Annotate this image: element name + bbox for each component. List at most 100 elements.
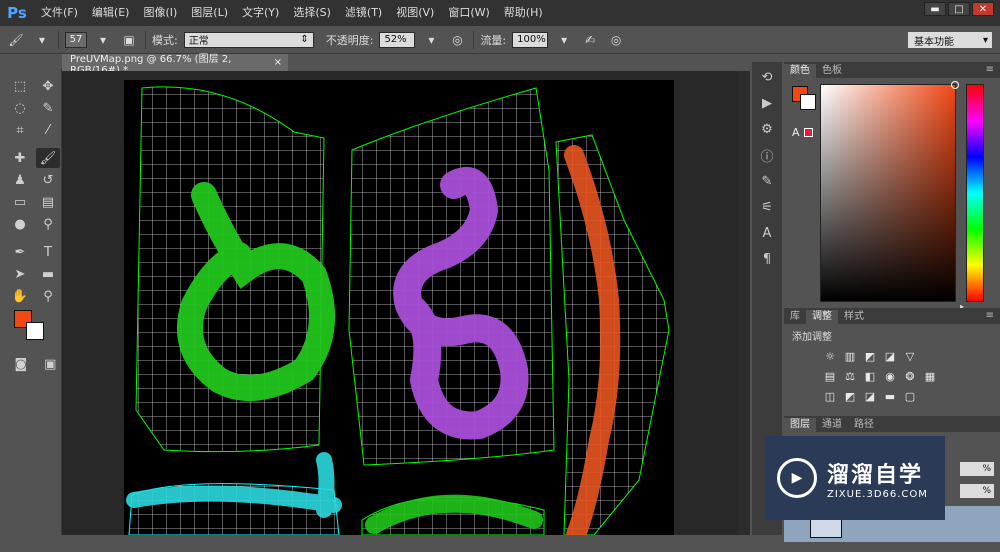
path-selection-tool-icon[interactable]: ➤ [8,264,32,284]
fill-field[interactable]: % [960,484,994,498]
curves-icon[interactable]: ◩ [862,349,878,363]
menu-type[interactable]: 文字(Y) [235,0,286,26]
brush-presets-icon[interactable]: ⚟ [754,196,780,218]
brush-tool-preset-icon[interactable]: 🖌 [6,31,26,49]
adjustments-panel-tabs: 库 调整 样式 ≡ [784,308,1000,324]
brush-panel-icon[interactable]: ✎ [754,170,780,192]
panel-menu-icon[interactable]: ≡ [986,310,994,321]
workspace-select[interactable]: 基本功能 ▾ [908,32,992,48]
pen-tool-icon[interactable]: ✒ [8,242,32,262]
healing-brush-tool-icon[interactable]: ✚ [8,148,32,168]
size-pressure-icon[interactable]: ◎ [606,31,626,49]
clone-stamp-tool-icon[interactable]: ♟ [8,170,32,190]
rectangle-tool-icon[interactable]: ▬ [36,264,60,284]
menu-edit[interactable]: 编辑(E) [85,0,137,26]
dodge-tool-icon[interactable]: ⚲ [36,214,60,234]
brightness-icon[interactable]: ☼ [822,349,838,363]
menu-select[interactable]: 选择(S) [286,0,338,26]
black-white-icon[interactable]: ◧ [862,369,878,383]
actions-play-icon[interactable]: ▶ [754,92,780,114]
tab-swatches[interactable]: 色板 [816,64,848,78]
tab-paths[interactable]: 路径 [848,418,880,432]
background-color-swatch[interactable] [26,322,44,340]
photo-filter-icon[interactable]: ◉ [882,369,898,383]
color-picker-field[interactable] [820,81,959,302]
brush-panel-toggle-icon[interactable]: ▣ [119,31,139,49]
close-tab-icon[interactable]: × [274,57,282,68]
marquee-tool-icon[interactable]: ⬚ [8,76,32,96]
gradient-map-icon[interactable]: ▬ [882,389,898,403]
close-button[interactable]: ✕ [972,2,994,16]
opacity-input[interactable]: 52% [379,31,416,48]
quick-mask-icon[interactable]: ◙ [10,354,32,374]
photoshop-logo: Ps [7,4,27,22]
brush-size-picker[interactable]: 57 [65,31,87,48]
hue-slider[interactable] [966,84,984,302]
hand-tool-icon[interactable]: ✋ [8,286,32,306]
move-tool-icon[interactable]: ✥ [36,76,60,96]
picker-marker[interactable] [951,81,959,89]
opacity-pressure-icon[interactable]: ◎ [447,31,467,49]
lasso-tool-icon[interactable]: ◌ [8,98,32,118]
zoom-tool-icon[interactable]: ⚲ [36,286,60,306]
vertical-scrollbar[interactable] [738,71,750,535]
quick-select-tool-icon[interactable]: ✎ [36,98,60,118]
restore-button[interactable]: □ [948,2,970,16]
tab-libraries[interactable]: 库 [784,310,806,324]
menu-window[interactable]: 窗口(W) [441,0,496,26]
chevron-down-icon[interactable]: ▾ [554,31,574,49]
flow-input[interactable]: 100% [512,31,549,48]
gradient-tool-icon[interactable]: ▤ [36,192,60,212]
color-balance-icon[interactable]: ⚖ [842,369,858,383]
history-icon[interactable]: ⟲ [754,66,780,88]
gamut-warning-swatch[interactable] [804,128,813,137]
blur-tool-icon[interactable]: ● [8,214,32,234]
panel-menu-icon[interactable]: ≡ [986,64,994,75]
opacity-field[interactable]: % [960,462,994,476]
hue-saturation-icon[interactable]: ▤ [822,369,838,383]
tab-channels[interactable]: 通道 [816,418,848,432]
menu-image[interactable]: 图像(I) [136,0,184,26]
background-color-swatch[interactable] [800,94,816,110]
history-brush-tool-icon[interactable]: ↺ [36,170,60,190]
threshold-icon[interactable]: ◪ [862,389,878,403]
menu-help[interactable]: 帮助(H) [497,0,550,26]
exposure-icon[interactable]: ◪ [882,349,898,363]
chevron-down-icon[interactable]: ▾ [93,31,113,49]
minimize-button[interactable]: ▬ [924,2,946,16]
divider [473,30,475,49]
chevron-down-icon[interactable]: ▾ [421,31,441,49]
screen-mode-icon[interactable]: ▣ [40,354,62,374]
canvas-area[interactable] [62,71,750,535]
color-lookup-icon[interactable]: ▦ [922,369,938,383]
menu-view[interactable]: 视图(V) [389,0,441,26]
crop-tool-icon[interactable]: ⌗ [8,120,32,140]
document-canvas[interactable] [124,80,674,535]
eyedropper-tool-icon[interactable]: ⁄ [36,120,60,140]
info-icon[interactable]: ⓘ [754,144,780,166]
channel-mixer-icon[interactable]: ❂ [902,369,918,383]
paragraph-icon[interactable]: ¶ [754,248,780,270]
type-tool-icon[interactable]: T [36,242,60,262]
gamut-warning-icon: A [792,126,800,139]
brush-tool-icon[interactable]: 🖌 [36,148,60,168]
properties-icon[interactable]: ⚙ [754,118,780,140]
menu-filter[interactable]: 滤镜(T) [338,0,389,26]
tab-styles[interactable]: 样式 [838,310,870,324]
posterize-icon[interactable]: ◩ [842,389,858,403]
mode-select[interactable]: 正常 ⇕ [183,31,314,48]
chevron-down-icon[interactable]: ▾ [32,31,52,49]
character-icon[interactable]: A [754,222,780,244]
tab-color[interactable]: 颜色 [784,64,816,78]
vibrance-icon[interactable]: ▽ [902,349,918,363]
document-tab[interactable]: PreUVMap.png @ 66.7% (图层 2, RGB/16#) * × [62,54,288,76]
airbrush-icon[interactable]: ✍ [580,31,600,49]
eraser-tool-icon[interactable]: ▭ [8,192,32,212]
invert-icon[interactable]: ◫ [822,389,838,403]
tab-layers[interactable]: 图层 [784,418,816,432]
tab-adjustments[interactable]: 调整 [806,310,838,324]
levels-icon[interactable]: ▥ [842,349,858,363]
menu-layer[interactable]: 图层(L) [184,0,235,26]
menu-file[interactable]: 文件(F) [34,0,85,26]
selective-color-icon[interactable]: ▢ [902,389,918,403]
